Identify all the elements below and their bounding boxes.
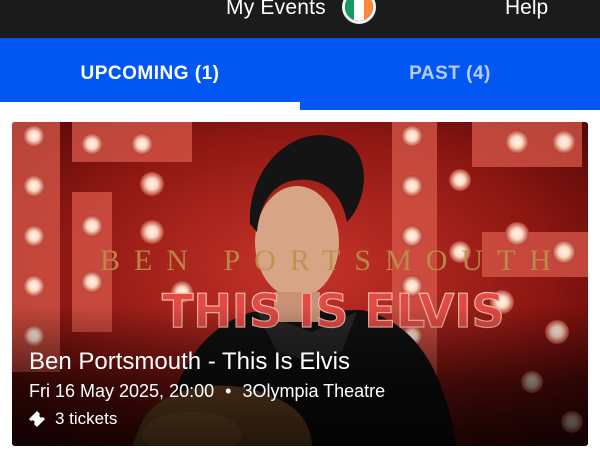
poster-performer-text: BEN PORTSMOUTH bbox=[100, 244, 565, 277]
flag-stripe-green bbox=[345, 0, 355, 21]
ireland-flag-icon[interactable] bbox=[342, 0, 376, 24]
ticket-count: 3 tickets bbox=[55, 409, 118, 428]
ticket-icon bbox=[29, 411, 45, 427]
event-title[interactable]: Ben Portsmouth - This Is Elvis bbox=[29, 348, 350, 376]
event-datetime: Fri 16 May 2025, 20:00 bbox=[29, 381, 215, 401]
top-bar: My Events Help bbox=[0, 0, 600, 38]
event-card[interactable]: BEN PORTSMOUTH THIS IS ELVIS Ben Portsmo… bbox=[12, 122, 588, 446]
event-date-venue: Fri 16 May 2025, 20:00 • 3Olympia Theatr… bbox=[29, 381, 385, 402]
active-tab-indicator bbox=[0, 102, 300, 110]
tab-upcoming[interactable]: UPCOMING (1) bbox=[0, 38, 300, 110]
tab-past[interactable]: PAST (4) bbox=[300, 38, 600, 110]
event-tickets[interactable]: 3 tickets bbox=[27, 409, 117, 429]
help-link[interactable]: Help bbox=[505, 0, 548, 20]
flag-stripe-white bbox=[354, 0, 364, 21]
flag-stripe-orange bbox=[363, 0, 373, 21]
event-venue: 3Olympia Theatre bbox=[242, 381, 386, 401]
page-title: My Events bbox=[226, 0, 326, 19]
meta-separator: • bbox=[225, 381, 232, 401]
event-tabs: UPCOMING (1) PAST (4) bbox=[0, 38, 600, 110]
